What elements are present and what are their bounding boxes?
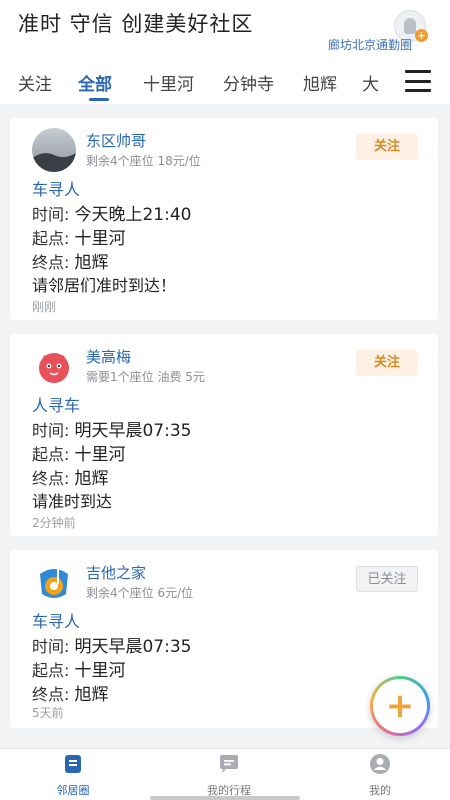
destination-value: 旭辉 (74, 469, 109, 489)
origin-row: 起点: 十里河 (32, 224, 125, 249)
post-type: 人寻车 (32, 396, 81, 415)
tab-partial[interactable]: 大 (362, 70, 379, 95)
post-card[interactable]: 东区帅哥 剩余4个座位 18元/位 关注 车寻人 时间: 今天晚上21:40 起… (10, 118, 438, 320)
menu-icon[interactable] (403, 67, 433, 95)
time-row: 时间: 明天早晨07:35 (32, 632, 191, 657)
time-label: 时间: (32, 637, 75, 656)
profile-icon (370, 754, 390, 774)
person-icon (404, 18, 416, 34)
origin-label: 起点: (32, 229, 75, 248)
post-time-ago: 5天前 (32, 706, 64, 720)
post-card[interactable]: 美高梅 需要1个座位 油费 5元 关注 人寻车 时间: 明天早晨07:35 起点… (10, 334, 438, 536)
seat-info: 需要1个座位 油费 5元 (86, 370, 205, 384)
user-name[interactable]: 美高梅 (86, 346, 131, 367)
avatar[interactable] (32, 344, 76, 388)
chat-icon (220, 755, 238, 773)
time-value: 明天早晨07:35 (74, 421, 192, 441)
region-label[interactable]: 廊坊北京通勤圈 (328, 36, 412, 53)
destination-label: 终点: (32, 685, 75, 704)
post-time-ago: 刚刚 (32, 300, 57, 314)
destination-value: 旭辉 (74, 253, 109, 273)
home-indicator (150, 796, 300, 800)
nav-profile[interactable]: 我的 (335, 753, 425, 798)
tab-xuhui[interactable]: 旭辉 (303, 70, 337, 95)
nav-label: 邻居圈 (56, 784, 90, 797)
time-row: 时间: 今天晚上21:40 (32, 200, 191, 225)
follow-button[interactable]: 关注 (356, 350, 418, 376)
add-post-button[interactable]: + (370, 676, 430, 736)
bottom-nav: 邻居圈 我的行程 我的 (0, 748, 450, 800)
seat-info: 剩余4个座位 6元/位 (86, 586, 194, 600)
seat-info: 剩余4个座位 18元/位 (86, 154, 201, 168)
post-note: 请邻居们准时到达！ (32, 276, 177, 295)
origin-row: 起点: 十里河 (32, 440, 125, 465)
user-name[interactable]: 东区帅哥 (86, 130, 146, 151)
tab-following[interactable]: 关注 (18, 70, 52, 95)
origin-value: 十里河 (74, 661, 126, 681)
app-header: 准时 守信 创建美好社区 + 廊坊北京通勤圈 关注 全部 十里河 分钟寺 旭辉 … (0, 0, 450, 104)
destination-row: 终点: 旭辉 (32, 680, 108, 705)
nav-label: 我的 (369, 784, 391, 797)
category-tabs: 关注 全部 十里河 分钟寺 旭辉 大 (0, 62, 395, 104)
destination-row: 终点: 旭辉 (32, 248, 108, 273)
time-row: 时间: 明天早晨07:35 (32, 416, 191, 441)
post-type: 车寻人 (32, 180, 81, 199)
post-type: 车寻人 (32, 612, 81, 631)
time-label: 时间: (32, 205, 75, 224)
post-note: 请准时到达 (32, 492, 113, 511)
origin-value: 十里河 (74, 445, 126, 465)
tab-fenzhongsi[interactable]: 分钟寺 (223, 70, 274, 95)
plus-icon: + (373, 679, 427, 733)
tab-shilihe[interactable]: 十里河 (143, 70, 194, 95)
avatar[interactable] (32, 560, 76, 604)
destination-value: 旭辉 (74, 685, 109, 705)
post-time-ago: 2分钟前 (32, 516, 76, 530)
origin-value: 十里河 (74, 229, 126, 249)
avatar[interactable] (32, 128, 76, 172)
user-name[interactable]: 吉他之家 (86, 562, 146, 583)
time-value: 今天晚上21:40 (74, 205, 192, 225)
origin-row: 起点: 十里河 (32, 656, 125, 681)
origin-label: 起点: (32, 661, 75, 680)
followed-button[interactable]: 已关注 (356, 566, 418, 592)
time-label: 时间: (32, 421, 75, 440)
active-tab-indicator (89, 98, 109, 101)
community-icon (65, 755, 81, 773)
nav-my-trips[interactable]: 我的行程 (184, 753, 274, 798)
destination-label: 终点: (32, 253, 75, 272)
post-feed: 东区帅哥 剩余4个座位 18元/位 关注 车寻人 时间: 今天晚上21:40 起… (0, 104, 450, 748)
destination-row: 终点: 旭辉 (32, 464, 108, 489)
destination-label: 终点: (32, 469, 75, 488)
time-value: 明天早晨07:35 (74, 637, 192, 657)
tab-all[interactable]: 全部 (78, 70, 112, 95)
follow-button[interactable]: 关注 (356, 134, 418, 160)
origin-label: 起点: (32, 445, 75, 464)
page-title: 准时 守信 创建美好社区 (18, 12, 254, 36)
nav-community[interactable]: 邻居圈 (28, 753, 118, 798)
plus-badge-icon: + (415, 29, 428, 42)
